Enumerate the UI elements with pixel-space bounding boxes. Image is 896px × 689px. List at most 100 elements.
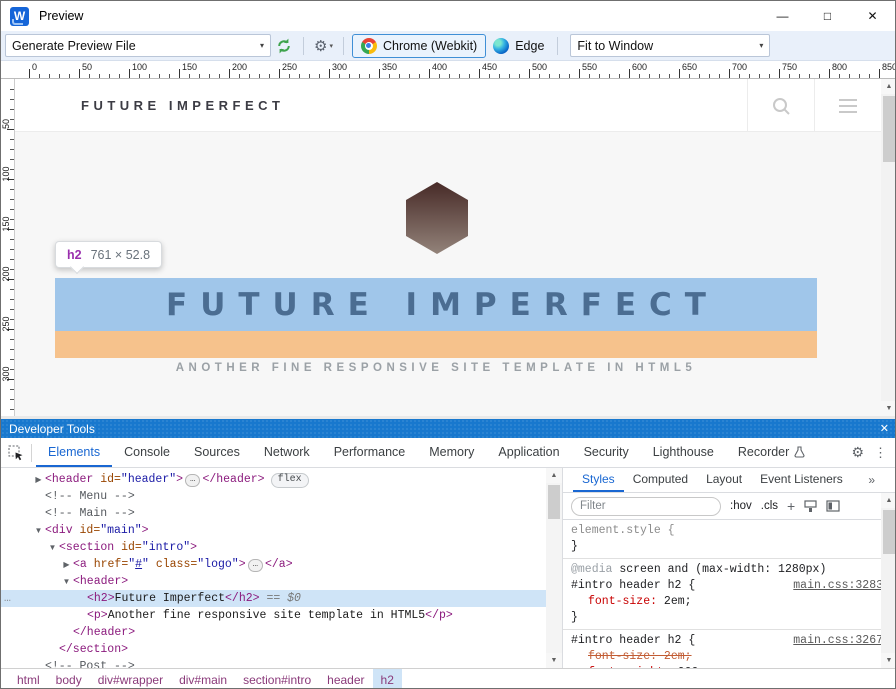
tree-row-comment[interactable]: <!-- Menu -->	[1, 488, 546, 505]
css-property-value[interactable]: 2em;	[657, 595, 692, 608]
preview-scrollbar[interactable]: ▲ ▼	[881, 79, 896, 416]
tree-row-comment[interactable]: <!-- Post -->	[1, 658, 546, 668]
tab-console[interactable]: Console	[112, 438, 182, 467]
new-style-rule-button[interactable]: +	[787, 498, 795, 514]
devtools-title: Developer Tools	[9, 422, 95, 436]
generate-preview-dropdown[interactable]: Generate Preview File ▾	[5, 34, 271, 57]
maximize-button[interactable]: □	[805, 1, 850, 31]
css-source-link[interactable]: main.css:3283	[793, 578, 883, 594]
tree-row-section-close[interactable]: </section>	[1, 641, 546, 658]
styles-filter-input[interactable]	[571, 497, 721, 516]
css-property-name[interactable]: font-size:	[588, 595, 657, 608]
css-source-link[interactable]: main.css:3267	[793, 633, 883, 649]
tab-sources[interactable]: Sources	[182, 438, 252, 467]
tab-layout[interactable]: Layout	[697, 468, 751, 492]
crumb-section-intro[interactable]: section#intro	[235, 669, 319, 689]
devtools-close-button[interactable]: ✕	[880, 422, 889, 435]
expand-dots-button[interactable]: …	[185, 474, 200, 487]
devtools-main: ▶<header id="header">…</header>flex <!--…	[1, 468, 896, 668]
scrollbar-thumb[interactable]	[883, 96, 895, 162]
crumb-header[interactable]: header	[319, 669, 372, 689]
code-token: <div	[45, 524, 73, 537]
style-rule-3267[interactable]: #intro header h2 {main.css:3267 font-siz…	[563, 630, 896, 668]
tab-recorder[interactable]: Recorder	[726, 438, 817, 467]
code-token: <a	[73, 558, 87, 571]
chrome-webkit-button[interactable]: Chrome (Webkit)	[352, 34, 486, 58]
crumb-html[interactable]: html	[9, 669, 48, 689]
crumb-body[interactable]: body	[48, 669, 90, 689]
tree-row-div-main[interactable]: ▼<div id="main">	[1, 522, 546, 539]
tree-row-p[interactable]: <p>Another fine responsive site template…	[1, 607, 546, 624]
code-token: id=	[114, 541, 142, 554]
tab-network[interactable]: Network	[252, 438, 322, 467]
toggle-hover-button[interactable]: :hov	[730, 500, 752, 512]
expand-arrow-icon[interactable]: ▶	[60, 556, 73, 573]
minimize-button[interactable]: —	[760, 1, 805, 31]
more-tabs-chevron-icon[interactable]: »	[868, 473, 875, 487]
elements-scrollbar[interactable]: ▲ ▼	[546, 468, 562, 668]
tree-row-a-logo[interactable]: ▶<a href="#" class="logo">…</a>	[1, 556, 546, 573]
crumb-h2-selected[interactable]: h2	[373, 669, 402, 689]
zoom-mode-dropdown[interactable]: Fit to Window ▾	[570, 34, 770, 57]
row-gutter-dots-icon[interactable]: …	[4, 590, 12, 607]
tab-elements[interactable]: Elements	[36, 438, 112, 467]
tree-row-section-intro[interactable]: ▼<section id="intro">	[1, 539, 546, 556]
style-rule-element[interactable]: element.style { }	[563, 520, 896, 559]
settings-button[interactable]: ⚙ ▾	[314, 37, 333, 55]
devtools-kebab-menu-icon[interactable]: ⋮	[874, 445, 887, 461]
tree-row-h2-selected[interactable]: …<h2>Future Imperfect</h2> == $0	[1, 590, 546, 607]
close-button[interactable]: ✕	[850, 1, 895, 31]
toggle-class-button[interactable]: .cls	[761, 500, 778, 512]
crumb-div-main[interactable]: div#main	[171, 669, 235, 689]
tree-row-header[interactable]: ▶<header id="header">…</header>flex	[1, 471, 546, 488]
expand-dots-button[interactable]: …	[248, 559, 263, 572]
tab-computed[interactable]: Computed	[624, 468, 697, 492]
style-rule-media-3283[interactable]: @media screen and (max-width: 1280px) #i…	[563, 559, 896, 630]
href-link[interactable]: #	[135, 558, 142, 571]
code-token: >	[239, 558, 246, 571]
console-ref: == $0	[260, 592, 301, 605]
edge-button[interactable]: Edge	[486, 34, 551, 58]
tab-application[interactable]: Application	[486, 438, 571, 467]
inspect-element-button[interactable]	[1, 439, 31, 467]
collapse-arrow-icon[interactable]: ▼	[32, 522, 45, 539]
site-menu-button[interactable]	[814, 79, 881, 132]
refresh-button[interactable]	[275, 37, 293, 55]
expand-arrow-icon[interactable]: ▶	[32, 471, 45, 488]
code-token: id=	[93, 473, 121, 486]
tree-row-header-close[interactable]: </header>	[1, 624, 546, 641]
flex-badge[interactable]: flex	[271, 473, 309, 488]
breadcrumb: html body div#wrapper div#main section#i…	[1, 668, 896, 689]
scroll-down-icon[interactable]: ▼	[546, 653, 562, 668]
scrollbar-thumb[interactable]	[883, 510, 895, 554]
collapse-arrow-icon[interactable]: ▼	[60, 573, 73, 590]
rendering-icon[interactable]	[804, 500, 817, 513]
scroll-down-icon[interactable]: ▼	[881, 401, 896, 416]
tree-row-header-inner[interactable]: ▼<header>	[1, 573, 546, 590]
crumb-div-wrapper[interactable]: div#wrapper	[90, 669, 171, 689]
code-token: >	[176, 473, 183, 486]
scroll-up-icon[interactable]: ▲	[881, 79, 896, 94]
scroll-up-icon[interactable]: ▲	[881, 493, 896, 508]
tab-event-listeners[interactable]: Event Listeners	[751, 468, 852, 492]
tab-memory[interactable]: Memory	[417, 438, 486, 467]
scroll-down-icon[interactable]: ▼	[881, 653, 896, 668]
sidebar-panel-icon[interactable]	[826, 500, 840, 512]
code-comment: <!-- Post -->	[45, 660, 135, 668]
site-logo[interactable]: FUTURE IMPERFECT	[81, 79, 284, 132]
collapse-arrow-icon[interactable]: ▼	[46, 539, 59, 556]
scroll-up-icon[interactable]: ▲	[546, 468, 562, 483]
tab-styles[interactable]: Styles	[573, 468, 624, 492]
preview-window: W Preview — □ ✕ Generate Preview File ▾ …	[0, 0, 896, 689]
scrollbar-thumb[interactable]	[548, 485, 560, 519]
tab-performance[interactable]: Performance	[322, 438, 418, 467]
devtools-settings-icon[interactable]: ⚙	[851, 444, 864, 461]
site-hexagon-logo[interactable]	[406, 182, 468, 254]
css-overridden-declaration[interactable]: font-size: 2em;	[588, 650, 692, 663]
tree-row-comment[interactable]: <!-- Main -->	[1, 505, 546, 522]
code-token: </header>	[202, 473, 264, 486]
styles-scrollbar[interactable]: ▲ ▼	[881, 493, 896, 668]
tab-lighthouse[interactable]: Lighthouse	[641, 438, 726, 467]
tab-security[interactable]: Security	[572, 438, 641, 467]
site-search-button[interactable]	[747, 79, 814, 132]
